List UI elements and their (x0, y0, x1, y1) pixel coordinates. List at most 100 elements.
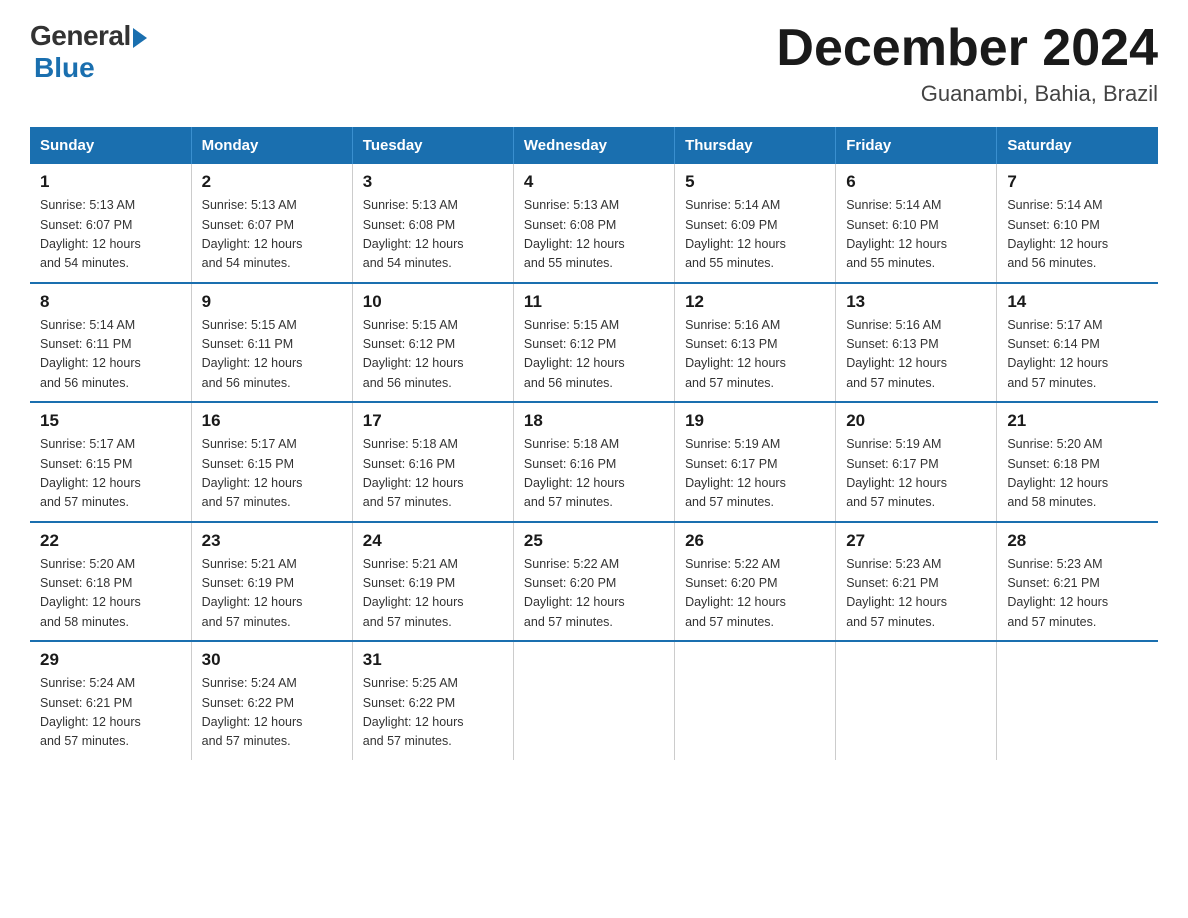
calendar-cell: 21 Sunrise: 5:20 AM Sunset: 6:18 PM Dayli… (997, 402, 1158, 522)
day-info: Sunrise: 5:22 AM Sunset: 6:20 PM Dayligh… (524, 555, 664, 633)
logo-arrow-icon (133, 28, 147, 48)
day-info: Sunrise: 5:17 AM Sunset: 6:15 PM Dayligh… (40, 435, 181, 513)
calendar-cell: 31Sunrise: 5:25 AM Sunset: 6:22 PM Dayli… (352, 641, 513, 760)
day-info: Sunrise: 5:16 AM Sunset: 6:13 PM Dayligh… (685, 316, 825, 394)
calendar-cell (997, 641, 1158, 760)
calendar-cell: 8 Sunrise: 5:14 AM Sunset: 6:11 PM Daylig… (30, 283, 191, 403)
calendar-cell: 15 Sunrise: 5:17 AM Sunset: 6:15 PM Dayli… (30, 402, 191, 522)
calendar-cell: 11 Sunrise: 5:15 AM Sunset: 6:12 PM Dayli… (513, 283, 674, 403)
day-header-wednesday: Wednesday (513, 127, 674, 164)
day-info: Sunrise: 5:21 AM Sunset: 6:19 PM Dayligh… (202, 555, 342, 633)
day-info: Sunrise: 5:20 AM Sunset: 6:18 PM Dayligh… (40, 555, 181, 633)
calendar-cell: 10 Sunrise: 5:15 AM Sunset: 6:12 PM Dayli… (352, 283, 513, 403)
calendar-cell: 26 Sunrise: 5:22 AM Sunset: 6:20 PM Dayli… (675, 522, 836, 642)
day-info: Sunrise: 5:19 AM Sunset: 6:17 PM Dayligh… (685, 435, 825, 513)
calendar-cell: 13 Sunrise: 5:16 AM Sunset: 6:13 PM Dayli… (836, 283, 997, 403)
day-number: 24 (363, 531, 503, 551)
day-info: Sunrise: 5:14 AM Sunset: 6:09 PM Dayligh… (685, 196, 825, 274)
logo: General Blue (30, 20, 147, 84)
day-number: 26 (685, 531, 825, 551)
logo-blue-text: Blue (34, 52, 95, 84)
day-info: Sunrise: 5:13 AM Sunset: 6:07 PM Dayligh… (40, 196, 181, 274)
calendar-week-row: 15 Sunrise: 5:17 AM Sunset: 6:15 PM Dayli… (30, 402, 1158, 522)
day-number: 8 (40, 292, 181, 312)
calendar-cell: 7 Sunrise: 5:14 AM Sunset: 6:10 PM Daylig… (997, 164, 1158, 283)
day-number: 13 (846, 292, 986, 312)
month-title: December 2024 (776, 20, 1158, 77)
day-info: Sunrise: 5:18 AM Sunset: 6:16 PM Dayligh… (524, 435, 664, 513)
day-header-thursday: Thursday (675, 127, 836, 164)
day-info: Sunrise: 5:14 AM Sunset: 6:10 PM Dayligh… (1007, 196, 1148, 274)
calendar-week-row: 1Sunrise: 5:13 AM Sunset: 6:07 PM Daylig… (30, 164, 1158, 283)
calendar-cell: 23 Sunrise: 5:21 AM Sunset: 6:19 PM Dayli… (191, 522, 352, 642)
day-header-friday: Friday (836, 127, 997, 164)
calendar-cell: 9Sunrise: 5:15 AM Sunset: 6:11 PM Daylig… (191, 283, 352, 403)
calendar-cell: 20 Sunrise: 5:19 AM Sunset: 6:17 PM Dayli… (836, 402, 997, 522)
day-number: 12 (685, 292, 825, 312)
day-number: 19 (685, 411, 825, 431)
day-number: 31 (363, 650, 503, 670)
day-info: Sunrise: 5:22 AM Sunset: 6:20 PM Dayligh… (685, 555, 825, 633)
day-number: 16 (202, 411, 342, 431)
day-number: 18 (524, 411, 664, 431)
day-number: 25 (524, 531, 664, 551)
day-info: Sunrise: 5:14 AM Sunset: 6:10 PM Dayligh… (846, 196, 986, 274)
calendar-cell (675, 641, 836, 760)
day-info: Sunrise: 5:17 AM Sunset: 6:15 PM Dayligh… (202, 435, 342, 513)
day-info: Sunrise: 5:13 AM Sunset: 6:08 PM Dayligh… (363, 196, 503, 274)
calendar-week-row: 29Sunrise: 5:24 AM Sunset: 6:21 PM Dayli… (30, 641, 1158, 760)
calendar-cell (513, 641, 674, 760)
day-number: 23 (202, 531, 342, 551)
calendar-cell: 24Sunrise: 5:21 AM Sunset: 6:19 PM Dayli… (352, 522, 513, 642)
day-header-monday: Monday (191, 127, 352, 164)
day-info: Sunrise: 5:15 AM Sunset: 6:12 PM Dayligh… (524, 316, 664, 394)
calendar-cell: 30Sunrise: 5:24 AM Sunset: 6:22 PM Dayli… (191, 641, 352, 760)
calendar-week-row: 8 Sunrise: 5:14 AM Sunset: 6:11 PM Daylig… (30, 283, 1158, 403)
calendar-cell: 5 Sunrise: 5:14 AM Sunset: 6:09 PM Daylig… (675, 164, 836, 283)
day-number: 11 (524, 292, 664, 312)
calendar-cell: 25 Sunrise: 5:22 AM Sunset: 6:20 PM Dayli… (513, 522, 674, 642)
day-info: Sunrise: 5:20 AM Sunset: 6:18 PM Dayligh… (1007, 435, 1148, 513)
calendar-cell: 29Sunrise: 5:24 AM Sunset: 6:21 PM Dayli… (30, 641, 191, 760)
calendar-cell: 14 Sunrise: 5:17 AM Sunset: 6:14 PM Dayli… (997, 283, 1158, 403)
day-number: 3 (363, 172, 503, 192)
day-number: 29 (40, 650, 181, 670)
calendar-cell (836, 641, 997, 760)
calendar-cell: 22Sunrise: 5:20 AM Sunset: 6:18 PM Dayli… (30, 522, 191, 642)
day-header-sunday: Sunday (30, 127, 191, 164)
day-info: Sunrise: 5:13 AM Sunset: 6:08 PM Dayligh… (524, 196, 664, 274)
calendar-header-row: SundayMondayTuesdayWednesdayThursdayFrid… (30, 127, 1158, 164)
day-info: Sunrise: 5:23 AM Sunset: 6:21 PM Dayligh… (1007, 555, 1148, 633)
day-number: 7 (1007, 172, 1148, 192)
calendar-cell: 12 Sunrise: 5:16 AM Sunset: 6:13 PM Dayli… (675, 283, 836, 403)
calendar-cell: 27Sunrise: 5:23 AM Sunset: 6:21 PM Dayli… (836, 522, 997, 642)
calendar-cell: 19 Sunrise: 5:19 AM Sunset: 6:17 PM Dayli… (675, 402, 836, 522)
day-info: Sunrise: 5:16 AM Sunset: 6:13 PM Dayligh… (846, 316, 986, 394)
day-number: 15 (40, 411, 181, 431)
day-info: Sunrise: 5:17 AM Sunset: 6:14 PM Dayligh… (1007, 316, 1148, 394)
day-info: Sunrise: 5:18 AM Sunset: 6:16 PM Dayligh… (363, 435, 503, 513)
calendar-cell: 16 Sunrise: 5:17 AM Sunset: 6:15 PM Dayli… (191, 402, 352, 522)
day-info: Sunrise: 5:15 AM Sunset: 6:12 PM Dayligh… (363, 316, 503, 394)
day-number: 27 (846, 531, 986, 551)
day-info: Sunrise: 5:14 AM Sunset: 6:11 PM Dayligh… (40, 316, 181, 394)
day-info: Sunrise: 5:13 AM Sunset: 6:07 PM Dayligh… (202, 196, 342, 274)
day-header-saturday: Saturday (997, 127, 1158, 164)
calendar-cell: 1Sunrise: 5:13 AM Sunset: 6:07 PM Daylig… (30, 164, 191, 283)
day-number: 4 (524, 172, 664, 192)
day-number: 20 (846, 411, 986, 431)
calendar-cell: 18 Sunrise: 5:18 AM Sunset: 6:16 PM Dayli… (513, 402, 674, 522)
location-subtitle: Guanambi, Bahia, Brazil (776, 81, 1158, 107)
calendar-cell: 28 Sunrise: 5:23 AM Sunset: 6:21 PM Dayli… (997, 522, 1158, 642)
day-number: 5 (685, 172, 825, 192)
day-number: 21 (1007, 411, 1148, 431)
calendar-week-row: 22Sunrise: 5:20 AM Sunset: 6:18 PM Dayli… (30, 522, 1158, 642)
day-header-tuesday: Tuesday (352, 127, 513, 164)
day-number: 10 (363, 292, 503, 312)
day-info: Sunrise: 5:19 AM Sunset: 6:17 PM Dayligh… (846, 435, 986, 513)
day-number: 28 (1007, 531, 1148, 551)
day-number: 30 (202, 650, 342, 670)
calendar-table: SundayMondayTuesdayWednesdayThursdayFrid… (30, 127, 1158, 760)
day-number: 14 (1007, 292, 1148, 312)
calendar-cell: 6Sunrise: 5:14 AM Sunset: 6:10 PM Daylig… (836, 164, 997, 283)
